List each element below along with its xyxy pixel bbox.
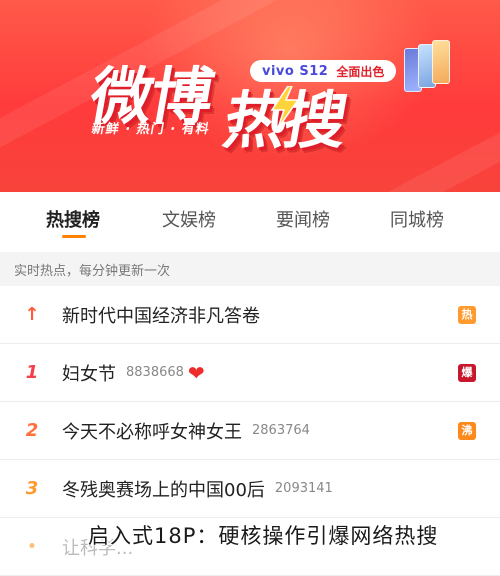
topic-text: 今天不必称呼女神女王 <box>62 421 242 443</box>
heat-count: 2093141 <box>274 481 333 496</box>
tab-news[interactable]: 要闻榜 <box>276 206 330 232</box>
ad-brand: vivo S12 <box>262 63 329 79</box>
realtime-subheader: 实时热点，每分钟更新一次 <box>0 252 500 286</box>
active-tab-indicator <box>62 235 86 238</box>
heart-icon: ❤ <box>187 360 205 385</box>
list-item[interactable]: 2 今天不必称呼女神女王 2863764 沸 <box>0 402 500 460</box>
rank-dot: • <box>27 538 37 555</box>
heat-count: 2863764 <box>252 423 310 438</box>
ranking-tabs: 热搜榜 文娱榜 要闻榜 同城榜 <box>0 192 500 252</box>
boil-badge: 沸 <box>458 421 476 440</box>
topic-title: 妇女节 8838668 ❤ <box>62 360 205 386</box>
rank-number: 2 <box>25 420 39 441</box>
topic-text: 妇女节 <box>62 363 116 385</box>
topic-text: 冬残奥赛场上的中国00后 <box>62 479 265 501</box>
rank-number: 1 <box>25 362 39 383</box>
banner-slogan: 新鲜 · 热门 · 有料 <box>90 122 211 137</box>
pinned-rank-icon: ↑ <box>24 304 40 325</box>
list-item[interactable]: 1 妇女节 8838668 ❤ 爆 <box>0 344 500 402</box>
hot-search-banner: 微博热搜 新鲜 · 热门 · 有料 vivo S12 全面出色 <box>0 0 500 192</box>
tab-entertainment[interactable]: 文娱榜 <box>162 206 216 232</box>
heat-count: 8838668 <box>126 365 184 380</box>
topic-title: 新时代中国经济非凡答卷 <box>62 302 260 328</box>
phone-shape <box>432 40 450 84</box>
rank-number: 3 <box>25 478 39 499</box>
tab-local[interactable]: 同城榜 <box>390 206 444 232</box>
tab-hot-search[interactable]: 热搜榜 <box>46 206 100 232</box>
hot-badge: 热 <box>458 305 476 324</box>
topic-text: 新时代中国经济非凡答卷 <box>62 305 260 327</box>
ad-pill[interactable]: vivo S12 全面出色 <box>250 60 397 82</box>
image-caption: 启入式18P：硬核操作引爆网络热搜 <box>88 524 439 548</box>
ad-tag: 全面出色 <box>336 64 385 79</box>
list-item[interactable]: 3 冬残奥赛场上的中国00后 2093141 <box>0 460 500 518</box>
lightning-icon <box>270 86 300 128</box>
topic-title: 今天不必称呼女神女王 2863764 <box>62 418 310 444</box>
topic-title: 冬残奥赛场上的中国00后 2093141 <box>62 476 333 502</box>
phone-image <box>404 40 452 92</box>
list-item[interactable]: ↑ 新时代中国经济非凡答卷 热 <box>0 286 500 344</box>
explode-badge: 爆 <box>458 363 476 382</box>
